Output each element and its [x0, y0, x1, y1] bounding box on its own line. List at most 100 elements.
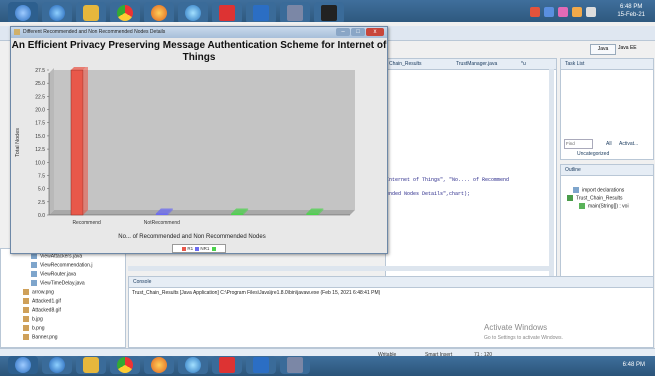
tree-item[interactable]: ViewTimeDelay.java: [31, 280, 85, 286]
task-list-tab[interactable]: Task List: [561, 59, 653, 70]
tree-item-label: b.jpg: [32, 316, 43, 323]
tree-item[interactable]: ViewRouter.java: [31, 271, 76, 277]
dialog-titlebar[interactable]: Different Recommended and Non Recommende…: [11, 27, 387, 38]
start-button[interactable]: [8, 2, 38, 24]
y-tick-label: 27.5: [35, 68, 45, 74]
ie-icon-bottom[interactable]: [42, 356, 72, 374]
tray-blue-icon[interactable]: [544, 7, 554, 17]
network-icon-bottom[interactable]: [246, 356, 276, 374]
explorer-icon-bottom[interactable]: [76, 356, 106, 374]
outline-item-imports[interactable]: import declarations: [573, 187, 624, 193]
clock-date: 15-Feb-21: [617, 12, 645, 18]
ie-icon[interactable]: [42, 2, 72, 24]
activation-watermark-title: Activate Windows: [484, 323, 548, 332]
chrome-icon-bottom[interactable]: [110, 356, 140, 374]
image-file-icon: [23, 316, 29, 322]
project-explorer: ViewAttackers.java ViewRecommendation.j …: [0, 248, 126, 348]
console-tab[interactable]: Console: [133, 279, 151, 285]
java-file-icon: [31, 280, 37, 286]
tree-item[interactable]: arrow.png: [23, 289, 54, 295]
clock-time: 6:48 PM: [619, 4, 643, 10]
legend-swatch-3: [211, 246, 216, 251]
tree-item[interactable]: Attacked1.gif: [23, 298, 61, 304]
plot-background: [54, 70, 355, 210]
bar-chart: 0.0 2.5 5.0 7.5 10.0 12.5 15.0 17.5 20.0 22.5 25.0…: [15, 67, 355, 240]
chrome-icon[interactable]: [110, 2, 140, 24]
tray-orange-icon[interactable]: [572, 7, 582, 17]
legend-swatch-nr1: [195, 246, 200, 251]
tree-item[interactable]: ViewRecommendation.j: [31, 262, 92, 268]
legend-label-nr1: NR1: [200, 246, 210, 251]
java-file-icon: [31, 271, 37, 277]
tray-pink-icon[interactable]: [558, 7, 568, 17]
tree-item-label: Attacked1.gif: [32, 298, 61, 305]
editor-tab-trustmanager[interactable]: TrustManager.java: [456, 61, 497, 67]
all-filter[interactable]: All: [606, 141, 612, 147]
bar-r1-recommend: [70, 69, 84, 216]
minimize-button[interactable]: –: [336, 28, 350, 36]
chart-dialog[interactable]: Different Recommended and Non Recommende…: [10, 26, 388, 254]
code-line-1[interactable]: Internet of Things", "No.... of Recommen…: [386, 177, 509, 183]
editor-tab-chain[interactable]: Chain_Results: [389, 61, 422, 67]
pdf-reader-icon[interactable]: [212, 2, 242, 24]
start-button-bottom[interactable]: [8, 356, 38, 374]
code-line-2[interactable]: ended Nodes Details",chart);: [386, 191, 470, 197]
bar-series3-b: [306, 213, 319, 215]
y-tick-label: 20.0: [35, 108, 45, 114]
bottom-clock[interactable]: 6:48 PM: [623, 361, 645, 369]
bottom-taskbar: 6:48 PM: [0, 356, 655, 376]
tree-item-label: Attacked8.gif: [32, 307, 61, 314]
tree-item[interactable]: b.png: [23, 325, 45, 331]
outline-item-label: main(String[]) : voi: [588, 203, 629, 210]
x-tick-label: NotRecommend: [144, 220, 180, 226]
network-icon[interactable]: [246, 2, 276, 24]
y-tick-label: 10.0: [35, 160, 45, 166]
volume-icon[interactable]: [586, 7, 596, 17]
editor-pane: Chain_Results TrustManager.java *u Inter…: [385, 58, 557, 290]
outline-item-label: import declarations: [582, 187, 625, 194]
tree-item-label: ViewTimeDelay.java: [40, 280, 85, 287]
outline-tab[interactable]: Outline: [561, 165, 653, 176]
pdf-reader-icon-bottom[interactable]: [212, 356, 242, 374]
close-button[interactable]: x: [366, 28, 384, 36]
editor-tab-u[interactable]: *u: [521, 61, 526, 67]
bar-series3-a: [231, 213, 244, 215]
legend-label-r1: R1: [187, 246, 194, 251]
firefox-icon-bottom[interactable]: [144, 356, 174, 374]
image-file-icon: [23, 334, 29, 340]
perspective-javaee-button[interactable]: Java EE: [618, 44, 648, 53]
task-list-pane: Task List Find All Activat... Uncategori…: [560, 58, 654, 160]
uncategorized-item[interactable]: Uncategorized: [577, 151, 609, 157]
image-file-icon: [23, 307, 29, 313]
clock[interactable]: 6:48 PM 15-Feb-21: [617, 3, 645, 19]
editor-hscrollbar[interactable]: [128, 266, 550, 271]
eclipse-icon-bottom[interactable]: [280, 356, 310, 374]
firefox-icon[interactable]: [144, 2, 174, 24]
explorer-icon[interactable]: [76, 2, 106, 24]
outline-item-main[interactable]: main(String[]) : voi: [579, 203, 629, 209]
java-app-icon: [14, 29, 20, 35]
editor-scrollbar[interactable]: [549, 69, 554, 289]
maximize-button[interactable]: □: [351, 28, 365, 36]
y-tick-label: 5.0: [38, 187, 45, 193]
tree-item[interactable]: Banner.png: [23, 334, 58, 340]
outline-item-label: Trust_Chain_Results: [576, 195, 623, 202]
tree-item[interactable]: b.jpg: [23, 316, 43, 322]
bar-nr1-notrecommend: [155, 213, 168, 215]
class-icon: [567, 195, 573, 201]
perspective-java-button[interactable]: Java: [590, 44, 616, 55]
console-pane: Console Trust_Chain_Results [Java Applic…: [128, 276, 654, 348]
tree-item-label: ViewRouter.java: [40, 271, 77, 278]
tree-item[interactable]: Attacked8.gif: [23, 307, 61, 313]
media-player-icon-bottom[interactable]: [178, 356, 208, 374]
eclipse-icon[interactable]: [280, 2, 310, 24]
tray-red-icon[interactable]: [530, 7, 540, 17]
activate-link[interactable]: Activat...: [619, 141, 638, 147]
image-file-icon: [23, 325, 29, 331]
media-player-icon[interactable]: [178, 2, 208, 24]
tree-item-label: b.png: [32, 325, 45, 332]
find-input[interactable]: Find: [564, 139, 593, 149]
cmd-icon[interactable]: [314, 2, 344, 24]
y-axis-title: Total Nodes: [15, 128, 21, 157]
outline-item-class[interactable]: Trust_Chain_Results: [567, 195, 623, 201]
